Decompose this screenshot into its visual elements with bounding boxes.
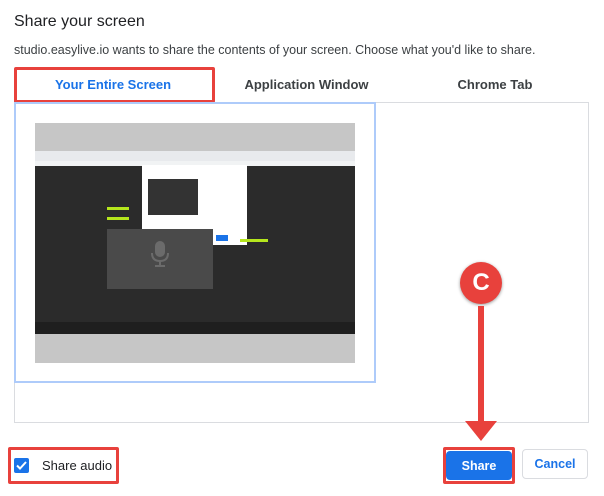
screen-preview	[35, 151, 355, 334]
microphone-icon	[151, 241, 169, 267]
preview-label	[240, 239, 268, 242]
preview-dialog-button	[216, 235, 228, 241]
tab-application-window[interactable]: Application Window	[212, 66, 401, 103]
dialog-subtitle: studio.easylive.io wants to share the co…	[14, 43, 536, 57]
preview-taskbar	[35, 322, 355, 334]
cancel-button[interactable]: Cancel	[522, 449, 588, 479]
annotation-marker: C	[460, 262, 502, 304]
preview-video-tile	[107, 229, 213, 289]
preview-browser-bar	[35, 151, 355, 161]
dialog-title: Share your screen	[14, 13, 145, 30]
highlight-audio-box	[8, 447, 119, 484]
annotation-arrow-head	[465, 421, 497, 441]
preview-label	[107, 207, 129, 210]
preview-label	[107, 217, 129, 220]
tab-chrome-tab[interactable]: Chrome Tab	[401, 66, 589, 103]
preview-dialog-thumb	[148, 179, 198, 215]
annotation-arrow-line	[478, 306, 484, 426]
highlight-share-box	[443, 447, 515, 484]
screen-thumbnail	[35, 123, 355, 363]
highlight-tab-box	[14, 67, 215, 103]
